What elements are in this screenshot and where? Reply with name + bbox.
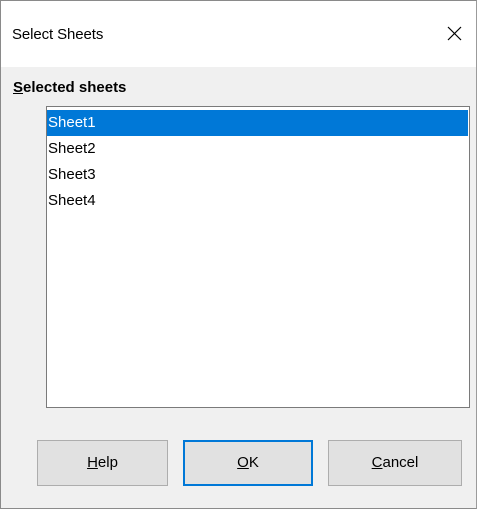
list-item-sheet3[interactable]: Sheet3 <box>47 162 468 188</box>
list-item-sheet2[interactable]: Sheet2 <box>47 136 468 162</box>
list-item-sheet1[interactable]: Sheet1 <box>47 110 468 136</box>
selected-sheets-label-text: elected sheets <box>23 79 127 96</box>
help-button-label: elp <box>97 454 118 471</box>
select-sheets-dialog: Select Sheets Selected sheets Sheet1 She… <box>0 0 477 509</box>
help-button[interactable]: Help <box>37 440 168 486</box>
dialog-body: Selected sheets Sheet1 Sheet2 Sheet3 She… <box>1 67 476 508</box>
ok-button-label: K <box>248 454 259 471</box>
cancel-button[interactable]: Cancel <box>328 440 462 486</box>
cancel-button-mnemonic: C <box>371 454 383 471</box>
ok-button-mnemonic: O <box>237 454 249 471</box>
selected-sheets-label-mnemonic: S <box>13 79 24 96</box>
dialog-title: Select Sheets <box>12 26 104 43</box>
sheets-listbox[interactable]: Sheet1 Sheet2 Sheet3 Sheet4 <box>46 106 470 408</box>
list-item-sheet4[interactable]: Sheet4 <box>47 188 468 214</box>
close-icon <box>447 26 462 41</box>
cancel-button-label: ancel <box>382 454 419 471</box>
title-bar: Select Sheets <box>1 1 476 67</box>
help-button-mnemonic: H <box>87 454 98 471</box>
ok-button[interactable]: OK <box>183 440 313 486</box>
selected-sheets-label: Selected sheets <box>13 79 126 96</box>
close-button[interactable] <box>430 13 476 55</box>
